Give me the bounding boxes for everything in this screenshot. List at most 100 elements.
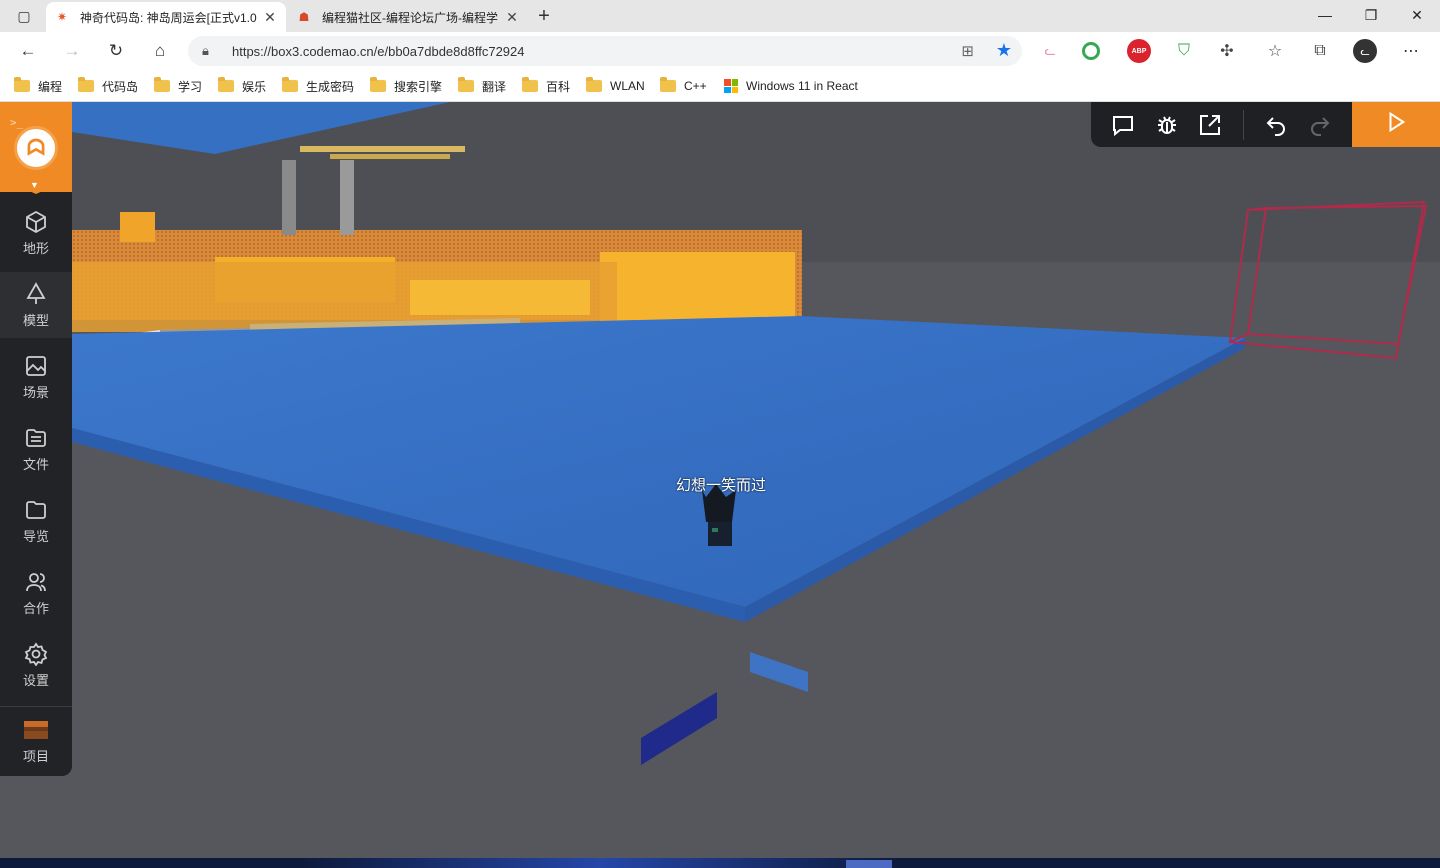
bookmark-label: 生成密码 xyxy=(306,79,355,94)
favorites-icon[interactable]: ☆ xyxy=(1263,39,1287,63)
adblock-icon[interactable]: ABP xyxy=(1127,39,1151,63)
bookmark-label: 翻译 xyxy=(482,79,507,94)
bookmark-folder[interactable]: C++ xyxy=(660,76,707,96)
folder-icon xyxy=(660,77,676,92)
folder-icon xyxy=(370,77,386,92)
bookmark-label: 编程 xyxy=(38,79,63,94)
main-water-pool xyxy=(72,316,1245,607)
navigation-bar: ← → ↻ ⌂ 🔒︎ https://box3.codemao.cn/e/bb0… xyxy=(0,32,1440,70)
restore-icon[interactable]: ❐ xyxy=(1348,0,1394,30)
tab-title: 神奇代码岛: 神岛周运会[正式v1.0 xyxy=(80,10,257,25)
tab-codemao-island[interactable]: ✷ 神奇代码岛: 神岛周运会[正式v1.0 ✕ xyxy=(46,2,286,32)
file-list-icon xyxy=(23,425,49,451)
tab-close-icon[interactable]: ✕ xyxy=(262,9,278,26)
folder-icon xyxy=(218,77,234,92)
users-icon xyxy=(23,569,49,595)
tab-codemao-community[interactable]: ☗ 编程猫社区-编程论坛广场-编程学 ✕ xyxy=(288,2,528,32)
editor-sidebar: >_ ᗣ ▼ 地形 模型 场景 文件 导览 合作 设置 项目 xyxy=(0,102,72,776)
floating-blue-tile xyxy=(750,652,808,692)
url-text: https://box3.codemao.cn/e/bb0a7dbde8d8ff… xyxy=(232,44,525,59)
play-icon xyxy=(1385,111,1407,138)
cat-extension-icon[interactable]: ᓚ xyxy=(1038,39,1062,63)
sidebar-item-label: 模型 xyxy=(22,313,49,328)
extensions-puzzle-icon[interactable]: ✣ xyxy=(1215,39,1239,63)
app-grid-icon[interactable]: ⊞ xyxy=(961,42,974,60)
sidebar-item-label: 地形 xyxy=(22,241,49,256)
editor-toolbar xyxy=(1091,102,1440,147)
os-taskbar xyxy=(0,858,1440,868)
bookmark-label: 搜索引擎 xyxy=(394,79,443,94)
profile-avatar[interactable]: ᓚ xyxy=(1353,39,1377,63)
browser-chrome: ▢ ✷ 神奇代码岛: 神岛周运会[正式v1.0 ✕ ☗ 编程猫社区-编程论坛广场… xyxy=(0,0,1440,102)
bookmark-label: 百科 xyxy=(546,79,571,94)
run-button[interactable] xyxy=(1352,102,1440,147)
sidebar-item-guide[interactable]: 导览 xyxy=(0,488,72,554)
player-nametag: 幻想一笑而过 xyxy=(676,476,767,494)
tab-strip: ▢ ✷ 神奇代码岛: 神岛周运会[正式v1.0 ✕ ☗ 编程猫社区-编程论坛广场… xyxy=(0,0,1440,32)
tab-close-icon[interactable]: ✕ xyxy=(504,9,520,26)
redo-icon[interactable] xyxy=(1305,110,1335,140)
terminal-icon[interactable]: >_ xyxy=(10,116,23,129)
bookmark-label: Windows 11 in React xyxy=(746,79,858,93)
sidebar-item-terrain[interactable]: 地形 xyxy=(0,200,72,266)
bookmark-folder[interactable]: 娱乐 xyxy=(218,76,266,96)
fullscreen-icon[interactable] xyxy=(1195,110,1225,140)
project-thumbnail-icon xyxy=(23,717,49,743)
refresh-icon[interactable]: ↻ xyxy=(102,37,130,65)
bookmark-folder[interactable]: 学习 xyxy=(154,76,202,96)
sidebar-divider xyxy=(0,706,72,707)
toolbar-divider xyxy=(1243,110,1244,140)
undo-icon[interactable] xyxy=(1261,110,1291,140)
collections-icon[interactable]: ⧉ xyxy=(1308,39,1332,63)
sidebar-item-collab[interactable]: 合作 xyxy=(0,560,72,626)
new-tab-icon[interactable]: + xyxy=(532,4,556,28)
minimize-icon[interactable]: — xyxy=(1302,0,1348,30)
sidebar-item-settings[interactable]: 设置 xyxy=(0,632,72,698)
bookmarks-bar: 编程 代码岛 学习 娱乐 生成密码 搜索引擎 翻译 百科 WLAN C++ Wi… xyxy=(0,70,1440,102)
bookmark-label: 娱乐 xyxy=(242,79,267,94)
windows-logo-icon xyxy=(724,79,738,93)
orange-counter xyxy=(410,280,590,315)
logo-area[interactable]: >_ ᗣ ▼ xyxy=(0,102,72,194)
bookmark-folder[interactable]: 百科 xyxy=(522,76,570,96)
shield-extension-icon[interactable]: ⛉ xyxy=(1172,39,1196,63)
more-menu-icon[interactable]: ⋯ xyxy=(1399,39,1423,63)
bookmark-label: WLAN xyxy=(610,79,645,93)
address-bar[interactable]: 🔒︎ https://box3.codemao.cn/e/bb0a7dbde8d… xyxy=(188,36,1022,66)
favorite-star-icon[interactable]: ★ xyxy=(996,40,1012,61)
debug-bug-icon[interactable] xyxy=(1152,110,1182,140)
bookmark-label: 代码岛 xyxy=(102,79,139,94)
sidebar-item-label: 设置 xyxy=(22,673,49,688)
bookmark-folder[interactable]: 代码岛 xyxy=(78,76,138,96)
sidebar-item-label: 文件 xyxy=(22,457,49,472)
back-icon[interactable]: ← xyxy=(14,37,42,65)
tab-actions-icon[interactable]: ▢ xyxy=(8,4,40,28)
tab-title: 编程猫社区-编程论坛广场-编程学 xyxy=(322,10,498,25)
sidebar-item-scene[interactable]: 场景 xyxy=(0,344,72,410)
sidebar-item-files[interactable]: 文件 xyxy=(0,416,72,482)
sidebar-item-model[interactable]: 模型 xyxy=(0,272,72,338)
bookmark-link[interactable]: Windows 11 in React xyxy=(724,76,858,96)
folder-icon xyxy=(586,77,602,92)
taskbar-active-app[interactable] xyxy=(846,860,892,868)
floating-navy-tile xyxy=(641,692,717,765)
chat-icon[interactable] xyxy=(1108,110,1138,140)
window-close-icon[interactable]: ✕ xyxy=(1394,0,1440,30)
bookmark-folder[interactable]: 编程 xyxy=(14,76,62,96)
tree-icon xyxy=(23,281,49,307)
orange-block-small xyxy=(120,212,155,242)
forward-icon[interactable]: → xyxy=(58,37,86,65)
bookmark-folder[interactable]: WLAN xyxy=(586,76,645,96)
sidebar-item-project[interactable]: 项目 xyxy=(0,708,72,774)
chevron-down-icon[interactable]: ▼ xyxy=(30,180,39,190)
bookmark-folder[interactable]: 生成密码 xyxy=(282,76,354,96)
gear-icon xyxy=(23,641,49,667)
bookmark-folder[interactable]: 翻译 xyxy=(458,76,506,96)
gold-beam xyxy=(330,154,450,159)
bookmark-folder[interactable]: 搜索引擎 xyxy=(370,76,442,96)
chrome-extension-icon[interactable] xyxy=(1082,42,1100,60)
home-icon[interactable]: ⌂ xyxy=(146,37,174,65)
bookmark-label: 学习 xyxy=(178,79,203,94)
folder-icon xyxy=(522,77,538,92)
sidebar-item-label: 项目 xyxy=(22,749,49,764)
